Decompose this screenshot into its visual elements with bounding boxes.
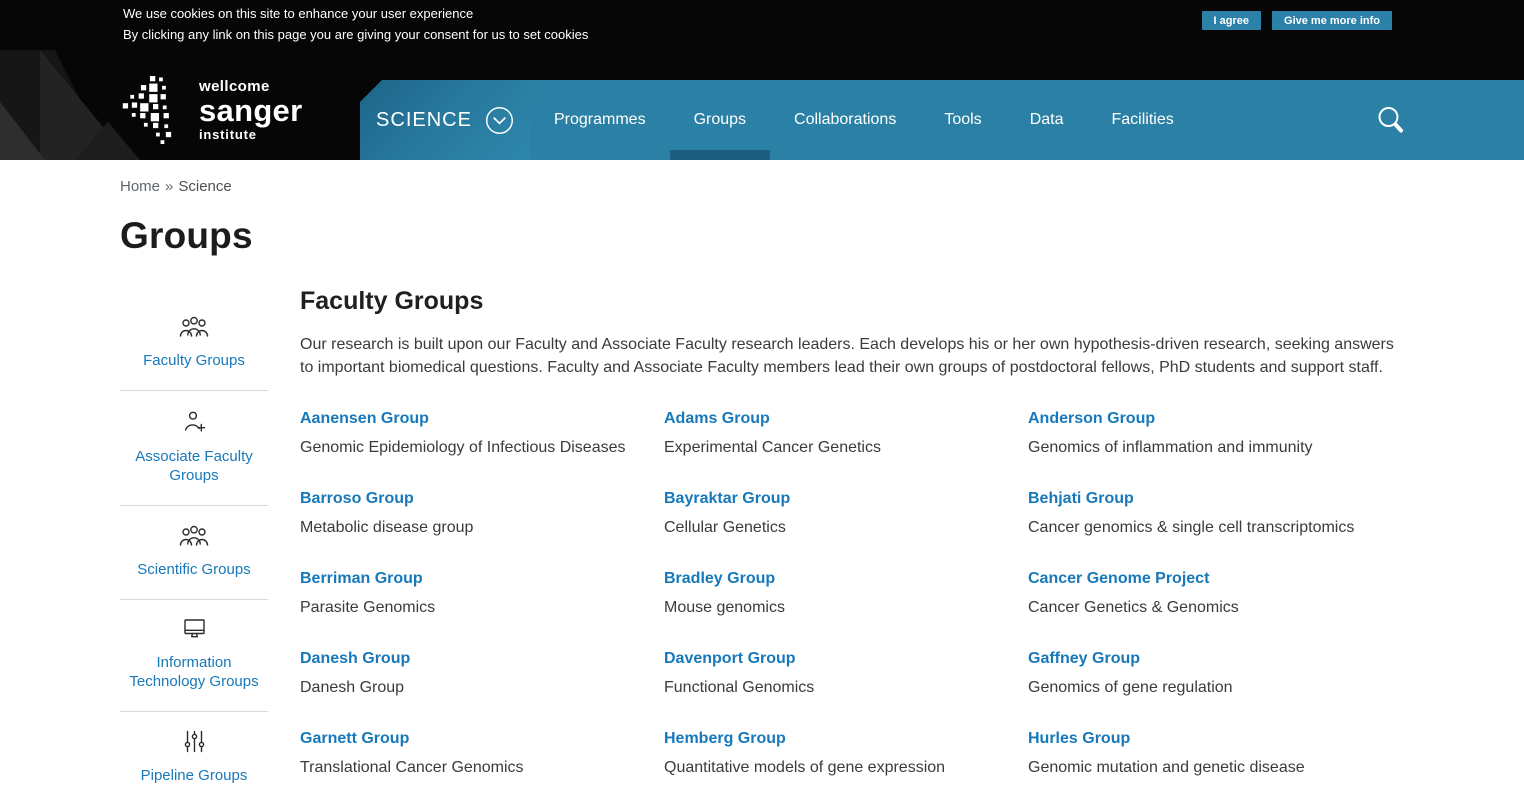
breadcrumb-science-link[interactable]: Science bbox=[178, 178, 231, 195]
group-entry: Garnett Group Translational Cancer Genom… bbox=[300, 729, 664, 778]
section-heading: Faculty Groups bbox=[300, 287, 484, 315]
groups-sidebar: Faculty Groups Associate Faculty Groups bbox=[120, 285, 268, 798]
people-group-icon bbox=[120, 524, 268, 552]
sidebar-item-faculty-groups[interactable]: Faculty Groups bbox=[120, 297, 268, 390]
group-description: Genomics of gene regulation bbox=[1028, 679, 1233, 696]
monitor-icon bbox=[120, 618, 268, 645]
nav-item-data[interactable]: Data bbox=[1030, 80, 1064, 160]
person-plus-icon bbox=[120, 409, 268, 439]
page-content: Home » Science Groups Faculty Groups Asso… bbox=[0, 178, 1524, 798]
group-link[interactable]: Berriman Group bbox=[300, 569, 423, 589]
cookie-more-info-button[interactable]: Give me more info bbox=[1272, 11, 1392, 30]
nav-item-facilities[interactable]: Facilities bbox=[1111, 80, 1173, 160]
cookie-message-line2: By clicking any link on this page you ar… bbox=[123, 27, 589, 42]
sidebar-item-information-technology-groups[interactable]: Information Technology Groups bbox=[120, 600, 268, 711]
primary-nav: SCIENCE Programmes Groups Collaborations… bbox=[360, 80, 1524, 160]
groups-grid: Aanensen Group Genomic Epidemiology of I… bbox=[300, 409, 1404, 798]
nav-item-tools[interactable]: Tools bbox=[944, 80, 981, 160]
group-description: Mouse genomics bbox=[664, 599, 785, 616]
sanger-logo-mark bbox=[122, 76, 172, 144]
group-entry: Hemberg Group Quantitative models of gen… bbox=[664, 729, 1028, 778]
group-link[interactable]: Davenport Group bbox=[664, 649, 796, 669]
sidebar-item-label: Scientific Groups bbox=[137, 561, 251, 578]
cookie-agree-button[interactable]: I agree bbox=[1201, 11, 1262, 30]
group-entry: Aanensen Group Genomic Epidemiology of I… bbox=[300, 409, 664, 458]
tab-corner-notch bbox=[360, 80, 382, 102]
group-entry: Bayraktar Group Cellular Genetics bbox=[664, 489, 1028, 538]
sidebar-item-associate-faculty-groups[interactable]: Associate Faculty Groups bbox=[120, 391, 268, 505]
group-link[interactable]: Hemberg Group bbox=[664, 729, 786, 749]
nav-item-programmes[interactable]: Programmes bbox=[554, 80, 646, 160]
group-description: Translational Cancer Genomics bbox=[300, 759, 524, 776]
science-menu-button[interactable]: SCIENCE bbox=[360, 80, 530, 160]
breadcrumb-home-link[interactable]: Home bbox=[120, 178, 160, 195]
science-menu-label: SCIENCE bbox=[376, 108, 472, 131]
group-link[interactable]: Barroso Group bbox=[300, 489, 414, 509]
group-description: Cellular Genetics bbox=[664, 519, 786, 536]
group-entry: Gaffney Group Genomics of gene regulatio… bbox=[1028, 649, 1392, 698]
group-link[interactable]: Garnett Group bbox=[300, 729, 409, 749]
group-entry: Anderson Group Genomics of inflammation … bbox=[1028, 409, 1392, 458]
group-link[interactable]: Adams Group bbox=[664, 409, 770, 429]
group-link[interactable]: Bradley Group bbox=[664, 569, 775, 589]
sidebar-item-label: Pipeline Groups bbox=[140, 767, 248, 784]
sliders-icon bbox=[120, 730, 268, 758]
group-link[interactable]: Bayraktar Group bbox=[664, 489, 790, 509]
group-entry: Berriman Group Parasite Genomics bbox=[300, 569, 664, 618]
breadcrumb-separator: » bbox=[165, 178, 174, 195]
group-description: Functional Genomics bbox=[664, 679, 815, 696]
group-entry: Bradley Group Mouse genomics bbox=[664, 569, 1028, 618]
sidebar-item-label: Information Technology Groups bbox=[129, 654, 259, 690]
nav-item-groups[interactable]: Groups bbox=[669, 80, 771, 160]
group-link[interactable]: Danesh Group bbox=[300, 649, 410, 669]
group-description: Cancer genomics & single cell transcript… bbox=[1028, 519, 1355, 536]
group-link[interactable]: Gaffney Group bbox=[1028, 649, 1140, 669]
group-entry: Barroso Group Metabolic disease group bbox=[300, 489, 664, 538]
nav-links: Programmes Groups Collaborations Tools D… bbox=[554, 80, 1174, 160]
group-link[interactable]: Cancer Genome Project bbox=[1028, 569, 1209, 589]
sidebar-item-label: Associate Faculty Groups bbox=[135, 448, 253, 484]
sidebar-item-pipeline-groups[interactable]: Pipeline Groups bbox=[120, 712, 268, 798]
group-link[interactable]: Hurles Group bbox=[1028, 729, 1130, 749]
sidebar-item-label: Faculty Groups bbox=[143, 352, 245, 369]
group-description: Experimental Cancer Genetics bbox=[664, 439, 881, 456]
people-group-icon bbox=[120, 315, 268, 343]
group-description: Genomic Epidemiology of Infectious Disea… bbox=[300, 439, 626, 456]
group-entry: Behjati Group Cancer genomics & single c… bbox=[1028, 489, 1392, 538]
group-description: Quantitative models of gene expression bbox=[664, 759, 946, 776]
group-entry: Cancer Genome Project Cancer Genetics & … bbox=[1028, 569, 1392, 618]
section-intro: Our research is built upon our Faculty a… bbox=[300, 336, 1394, 376]
group-entry: Hurles Group Genomic mutation and geneti… bbox=[1028, 729, 1392, 778]
breadcrumb: Home » Science bbox=[120, 178, 1404, 195]
search-icon bbox=[1378, 106, 1403, 132]
nav-item-collaborations[interactable]: Collaborations bbox=[794, 80, 896, 160]
sanger-logo[interactable]: wellcome sanger institute bbox=[120, 76, 302, 144]
group-description: Genomics of inflammation and immunity bbox=[1028, 439, 1313, 456]
cookie-banner: We use cookies on this site to enhance y… bbox=[0, 0, 1524, 47]
group-description: Genomic mutation and genetic disease bbox=[1028, 759, 1305, 776]
group-link[interactable]: Behjati Group bbox=[1028, 489, 1134, 509]
faculty-groups-section: Faculty Groups Our research is built upo… bbox=[300, 285, 1404, 798]
site-header: We use cookies on this site to enhance y… bbox=[0, 0, 1524, 160]
sanger-logo-text: wellcome sanger institute bbox=[199, 78, 303, 142]
group-entry: Davenport Group Functional Genomics bbox=[664, 649, 1028, 698]
sidebar-item-scientific-groups[interactable]: Scientific Groups bbox=[120, 506, 268, 599]
group-description: Parasite Genomics bbox=[300, 599, 436, 616]
group-entry: Adams Group Experimental Cancer Genetics bbox=[664, 409, 1028, 458]
group-link[interactable]: Aanensen Group bbox=[300, 409, 429, 429]
page-title: Groups bbox=[120, 215, 253, 256]
group-entry: Danesh Group Danesh Group bbox=[300, 649, 664, 698]
group-description: Cancer Genetics & Genomics bbox=[1028, 599, 1239, 616]
group-description: Metabolic disease group bbox=[300, 519, 474, 536]
group-description: Danesh Group bbox=[300, 679, 405, 696]
search-button[interactable] bbox=[1376, 80, 1406, 160]
chevron-down-icon bbox=[485, 106, 513, 134]
group-link[interactable]: Anderson Group bbox=[1028, 409, 1155, 429]
cookie-message-line1: We use cookies on this site to enhance y… bbox=[123, 6, 474, 21]
